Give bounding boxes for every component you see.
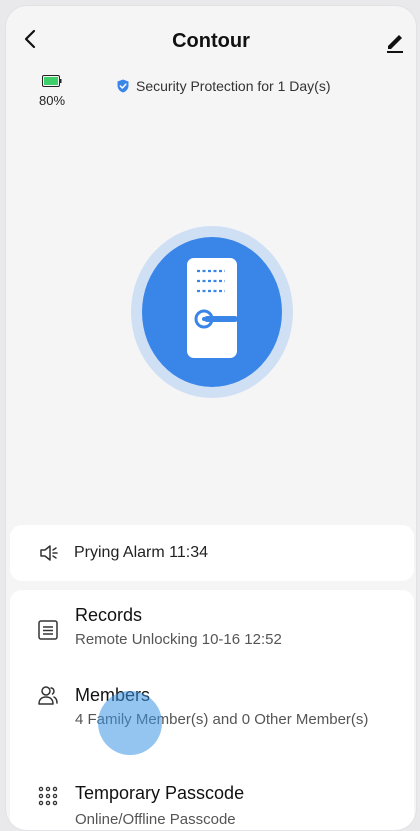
pencil-icon: [387, 35, 403, 53]
temporary-passcode-subtitle: Online/Offline Passcode: [75, 811, 236, 828]
battery-icon: [42, 75, 62, 87]
edit-button[interactable]: [380, 26, 410, 56]
speaker-alarm-icon: [40, 545, 58, 561]
shield-check-icon: [117, 79, 129, 93]
page-title: Contour: [172, 30, 250, 52]
prying-alarm-text: Prying Alarm 11:34: [74, 544, 208, 561]
phone-screen: Contour 80% Security Protection for 1 Da…: [5, 5, 417, 831]
records-title: Records: [75, 605, 143, 625]
security-text: Security Protection for 1 Day(s): [136, 78, 331, 94]
menu-list: Records Remote Unlocking 10-16 12:52 Mem…: [10, 590, 414, 830]
temporary-passcode-title: Temporary Passcode: [75, 783, 245, 803]
battery-status: 80%: [28, 75, 76, 108]
door-lock-icon: [131, 226, 293, 398]
touch-ripple: [98, 691, 162, 755]
records-subtitle: Remote Unlocking 10-16 12:52: [75, 631, 282, 648]
battery-percentage: 80%: [38, 93, 66, 108]
members-icon: [38, 686, 58, 705]
records-item[interactable]: Records Remote Unlocking 10-16 12:52: [10, 590, 414, 668]
prying-alarm-card[interactable]: Prying Alarm 11:34: [10, 525, 414, 581]
keypad-grid-icon: [38, 786, 58, 806]
members-item[interactable]: Members 4 Family Member(s) and 0 Other M…: [10, 672, 414, 752]
temporary-passcode-item[interactable]: Temporary Passcode Online/Offline Passco…: [10, 770, 414, 830]
lock-button[interactable]: [130, 224, 294, 400]
list-icon: [38, 620, 58, 640]
security-status: Security Protection for 1 Day(s): [116, 78, 331, 94]
top-bar: Contour: [6, 6, 416, 66]
